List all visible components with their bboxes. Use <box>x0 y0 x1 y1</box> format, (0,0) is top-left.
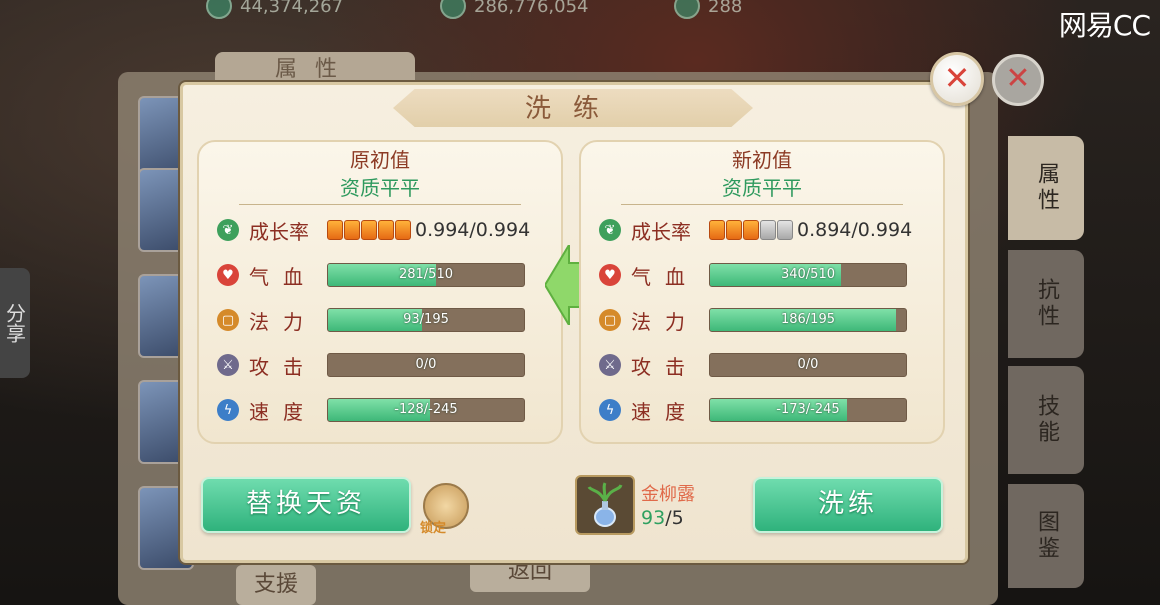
growth-pip <box>361 220 377 240</box>
stat-row: ▢ 法力 186/195 <box>599 306 907 334</box>
stat-label: 攻击 <box>249 354 317 379</box>
sprout-icon: ❦ <box>217 219 239 241</box>
growth-value: 0.894/0.994 <box>797 219 913 241</box>
background-close-button[interactable]: ✕ <box>992 54 1044 106</box>
stat-label: 法力 <box>631 309 699 334</box>
close-button[interactable]: ✕ <box>930 52 984 106</box>
bar-text: 93/195 <box>403 312 449 327</box>
original-values-card: 原初值 资质平平 ❦ 成长率 0.994/0.994 ♥ 气血 281/510 <box>197 140 563 444</box>
growth-row: ❦ 成长率 0.894/0.994 <box>599 216 912 244</box>
stat-row: ♥ 气血 340/510 <box>599 261 907 289</box>
stat-row: ϟ 速度 -128/-245 <box>217 396 525 424</box>
bar-text: -173/-245 <box>776 402 840 417</box>
stat-bar: -173/-245 <box>709 398 907 422</box>
gem-coin-icon <box>674 0 700 19</box>
sprout-icon: ❦ <box>599 219 621 241</box>
sword-icon: ⚔ <box>599 354 621 376</box>
growth-pip <box>709 220 725 240</box>
bar-text: 0/0 <box>797 357 819 372</box>
bar-text: -128/-245 <box>394 402 458 417</box>
tab-attributes[interactable]: 属性 <box>1008 136 1084 240</box>
potion-icon <box>587 482 623 527</box>
refine-button[interactable]: 洗练 <box>753 477 943 533</box>
stat-label: 速度 <box>249 399 317 424</box>
growth-row: ❦ 成长率 0.994/0.994 <box>217 216 530 244</box>
item-need: /5 <box>665 507 684 529</box>
share-button[interactable]: 分享 <box>0 268 30 378</box>
resource-value: 286,776,054 <box>474 0 589 17</box>
tab-resistance[interactable]: 抗性 <box>1008 250 1084 358</box>
growth-pips <box>709 220 793 240</box>
stat-row: ϟ 速度 -173/-245 <box>599 396 907 424</box>
support-button[interactable]: 支援 <box>236 565 316 605</box>
stat-label: 成长率 <box>249 219 309 244</box>
tab-codex[interactable]: 图鉴 <box>1008 484 1084 588</box>
growth-pip-empty <box>777 220 793 240</box>
watermark: 网易CC <box>1058 9 1151 42</box>
quality-label: 资质平平 <box>722 176 802 200</box>
stat-bar: 93/195 <box>327 308 525 332</box>
stat-label: 成长率 <box>631 219 691 244</box>
replace-aptitude-button[interactable]: 替换天资 <box>201 477 411 533</box>
sword-icon: ⚔ <box>217 354 239 376</box>
lock-label: 锁定 <box>420 521 447 536</box>
stat-bar: 0/0 <box>327 353 525 377</box>
item-count: 93/5 <box>641 507 684 529</box>
resource-exp: 286,776,054 <box>440 0 589 19</box>
stat-row: ⚔ 攻击 0/0 <box>217 351 525 379</box>
stat-row: ⚔ 攻击 0/0 <box>599 351 907 379</box>
item-have: 93 <box>641 507 666 529</box>
bar-text: 281/510 <box>398 267 453 282</box>
mana-icon: ▢ <box>217 309 239 331</box>
growth-pip <box>726 220 742 240</box>
growth-pip <box>395 220 411 240</box>
stat-bar: 0/0 <box>709 353 907 377</box>
lightning-icon: ϟ <box>217 399 239 421</box>
divider <box>239 204 521 205</box>
stat-row: ▢ 法力 93/195 <box>217 306 525 334</box>
silver-coin-icon <box>206 0 232 19</box>
stat-label: 气血 <box>249 264 317 289</box>
item-slot[interactable] <box>575 475 635 535</box>
bar-text: 0/0 <box>415 357 437 372</box>
heart-icon: ♥ <box>217 264 239 286</box>
stat-label: 气血 <box>631 264 699 289</box>
resource-gem: 288 <box>674 0 743 19</box>
card-title: 新初值 <box>732 148 792 172</box>
growth-pip <box>378 220 394 240</box>
background-attr-tab[interactable]: 属性 <box>215 52 415 86</box>
divider <box>621 204 903 205</box>
heart-icon: ♥ <box>599 264 621 286</box>
stat-row: ♥ 气血 281/510 <box>217 261 525 289</box>
growth-pip <box>327 220 343 240</box>
bar-text: 186/195 <box>780 312 835 327</box>
stat-bar: 340/510 <box>709 263 907 287</box>
stat-label: 攻击 <box>631 354 699 379</box>
card-title: 原初值 <box>350 148 410 172</box>
lightning-icon: ϟ <box>599 399 621 421</box>
exp-coin-icon <box>440 0 466 19</box>
mana-icon: ▢ <box>599 309 621 331</box>
stat-bar: 281/510 <box>327 263 525 287</box>
bar-text: 340/510 <box>780 267 835 282</box>
item-name: 金柳露 <box>641 484 695 505</box>
growth-pips <box>327 220 411 240</box>
growth-pip <box>344 220 360 240</box>
resource-silver: 44,374,267 <box>206 0 344 19</box>
stat-label: 速度 <box>631 399 699 424</box>
quality-label: 资质平平 <box>340 176 420 200</box>
stat-bar: 186/195 <box>709 308 907 332</box>
resource-value: 288 <box>708 0 743 17</box>
tab-skills[interactable]: 技能 <box>1008 366 1084 474</box>
stat-label: 法力 <box>249 309 317 334</box>
new-values-card: 新初值 资质平平 ❦ 成长率 0.894/0.994 ♥ 气血 340/510 <box>579 140 945 444</box>
resource-value: 44,374,267 <box>240 0 344 17</box>
growth-pip <box>743 220 759 240</box>
growth-pip-empty <box>760 220 776 240</box>
dialog-title: 洗练 <box>393 89 753 127</box>
stat-bar: -128/-245 <box>327 398 525 422</box>
refine-dialog: 洗练 原初值 资质平平 ❦ 成长率 0.994/0.994 ♥ 气血 281/5… <box>180 82 968 563</box>
growth-value: 0.994/0.994 <box>415 219 531 241</box>
